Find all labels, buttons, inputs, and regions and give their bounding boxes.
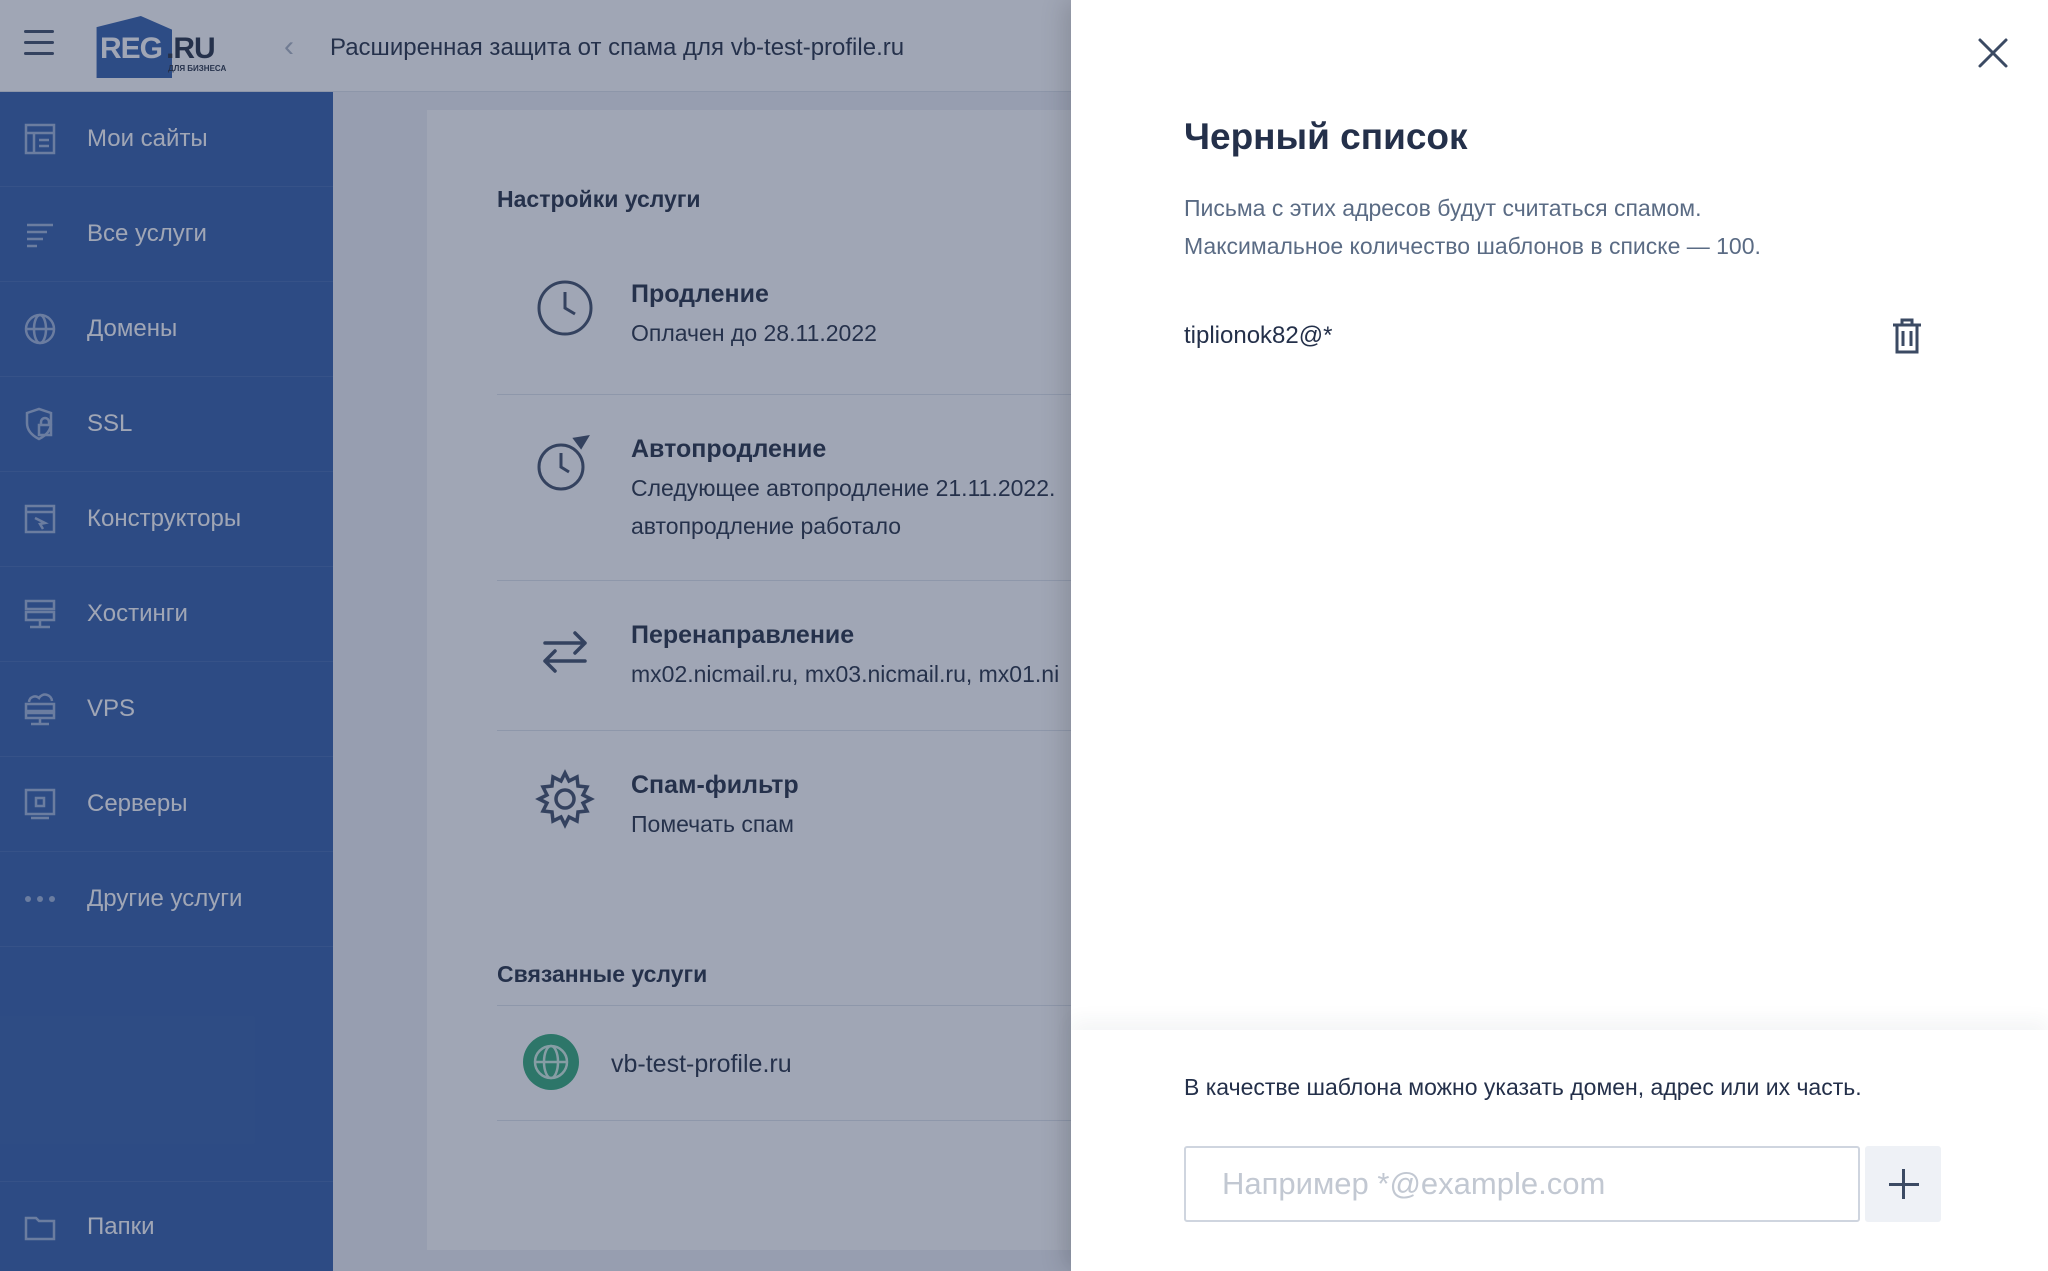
- drawer-footer: В качестве шаблона можно указать домен, …: [1071, 1030, 2048, 1271]
- blacklist-entry-text: tiplionok82@*: [1184, 322, 1333, 349]
- trash-icon[interactable]: [1889, 316, 1925, 356]
- pattern-input[interactable]: [1184, 1146, 1860, 1222]
- blacklist-drawer: Черный список Письма с этих адресов буду…: [1071, 0, 2048, 1271]
- blacklist-entry: tiplionok82@*: [1184, 316, 1925, 360]
- drawer-description: Письма с этих адресов будут считаться сп…: [1184, 189, 1761, 265]
- close-icon[interactable]: [1974, 34, 2012, 72]
- description-line-1: Письма с этих адресов будут считаться сп…: [1184, 195, 1702, 221]
- description-line-2: Максимальное количество шаблонов в списк…: [1184, 233, 1761, 259]
- pattern-hint: В качестве шаблона можно указать домен, …: [1184, 1074, 1862, 1100]
- modal-overlay[interactable]: [0, 0, 1071, 1271]
- drawer-title: Черный список: [1184, 116, 1468, 157]
- add-pattern-button[interactable]: [1865, 1146, 1941, 1222]
